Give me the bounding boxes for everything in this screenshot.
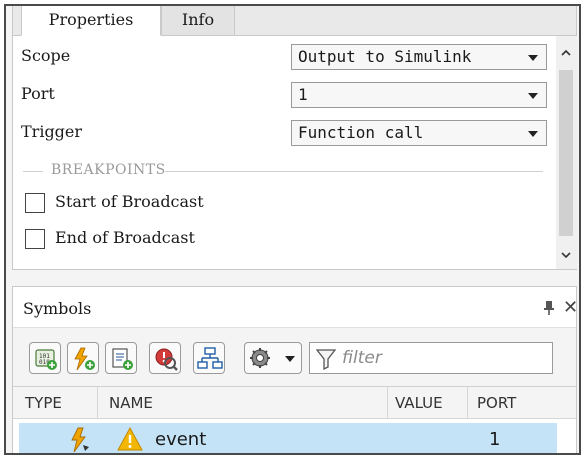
- tab-properties[interactable]: Properties: [21, 6, 161, 36]
- symbols-toolbar: 101 010: [13, 327, 576, 387]
- trigger-dropdown[interactable]: Function call: [291, 120, 547, 146]
- symbol-name: event: [155, 429, 207, 450]
- scope-value: Output to Simulink: [298, 47, 472, 66]
- divider: [23, 171, 43, 172]
- trigger-label: Trigger: [21, 122, 83, 141]
- properties-scrollbar[interactable]: [556, 36, 577, 269]
- model-hierarchy-button[interactable]: [193, 342, 225, 374]
- symbol-port[interactable]: 1: [489, 429, 500, 450]
- pin-icon[interactable]: [543, 300, 555, 316]
- start-of-broadcast-label: Start of Broadcast: [55, 192, 204, 211]
- column-port[interactable]: PORT: [477, 394, 516, 412]
- symbols-panel: Symbols ✕ 101 010 filter TYPE NAME VALUE…: [12, 286, 578, 453]
- scrollbar-thumb[interactable]: [559, 70, 573, 236]
- settings-icon: [250, 348, 270, 368]
- column-divider: [387, 387, 388, 419]
- port-label: Port: [21, 84, 55, 103]
- chevron-down-icon: [285, 356, 295, 362]
- filter-icon: [316, 349, 336, 370]
- chevron-up-icon[interactable]: [561, 48, 571, 58]
- table-row[interactable]: event 1: [19, 423, 557, 453]
- column-divider: [97, 387, 98, 419]
- column-value[interactable]: VALUE: [395, 394, 443, 412]
- trigger-value: Function call: [298, 123, 424, 142]
- chevron-down-icon: [528, 93, 538, 99]
- end-of-broadcast-label: End of Broadcast: [55, 228, 195, 247]
- add-event-button[interactable]: [67, 342, 99, 374]
- start-of-broadcast-checkbox[interactable]: [25, 193, 45, 213]
- column-divider: [467, 387, 468, 419]
- event-type-icon: [71, 427, 89, 453]
- add-data-icon: 101 010: [35, 349, 57, 370]
- filter-field[interactable]: [309, 342, 553, 374]
- resolve-undefined-button[interactable]: [149, 342, 181, 374]
- add-message-button[interactable]: [105, 342, 137, 374]
- model-hierarchy-icon: [197, 347, 223, 369]
- add-message-icon: [112, 348, 133, 370]
- port-dropdown[interactable]: 1: [291, 82, 547, 108]
- port-value: 1: [298, 85, 308, 104]
- chevron-down-icon[interactable]: [561, 250, 571, 260]
- resolve-undefined-icon: [155, 348, 178, 371]
- chevron-down-icon: [528, 131, 538, 137]
- add-event-icon: [74, 347, 95, 371]
- column-name[interactable]: NAME: [109, 394, 153, 412]
- warning-icon: [117, 427, 143, 451]
- add-data-button[interactable]: 101 010: [29, 342, 61, 374]
- breakpoints-section-header: BREAKPOINTS: [23, 162, 543, 180]
- divider: [165, 171, 543, 172]
- chevron-down-icon: [528, 55, 538, 61]
- breakpoints-heading: BREAKPOINTS: [51, 162, 166, 178]
- properties-panel: Properties Info Scope Output to Simulink…: [12, 6, 577, 270]
- close-icon[interactable]: ✕: [563, 297, 578, 318]
- scope-label: Scope: [21, 46, 71, 65]
- tab-bar: Properties Info: [13, 6, 576, 36]
- tab-info[interactable]: Info: [161, 6, 235, 36]
- settings-dropdown-button[interactable]: [244, 342, 302, 374]
- window-frame: Properties Info Scope Output to Simulink…: [4, 4, 581, 455]
- symbols-title: Symbols: [23, 299, 92, 318]
- column-type[interactable]: TYPE: [25, 394, 62, 412]
- scope-dropdown[interactable]: Output to Simulink: [291, 44, 547, 70]
- filter-input[interactable]: [340, 346, 540, 370]
- end-of-broadcast-checkbox[interactable]: [25, 229, 45, 249]
- symbols-table-header: TYPE NAME VALUE PORT: [13, 387, 576, 419]
